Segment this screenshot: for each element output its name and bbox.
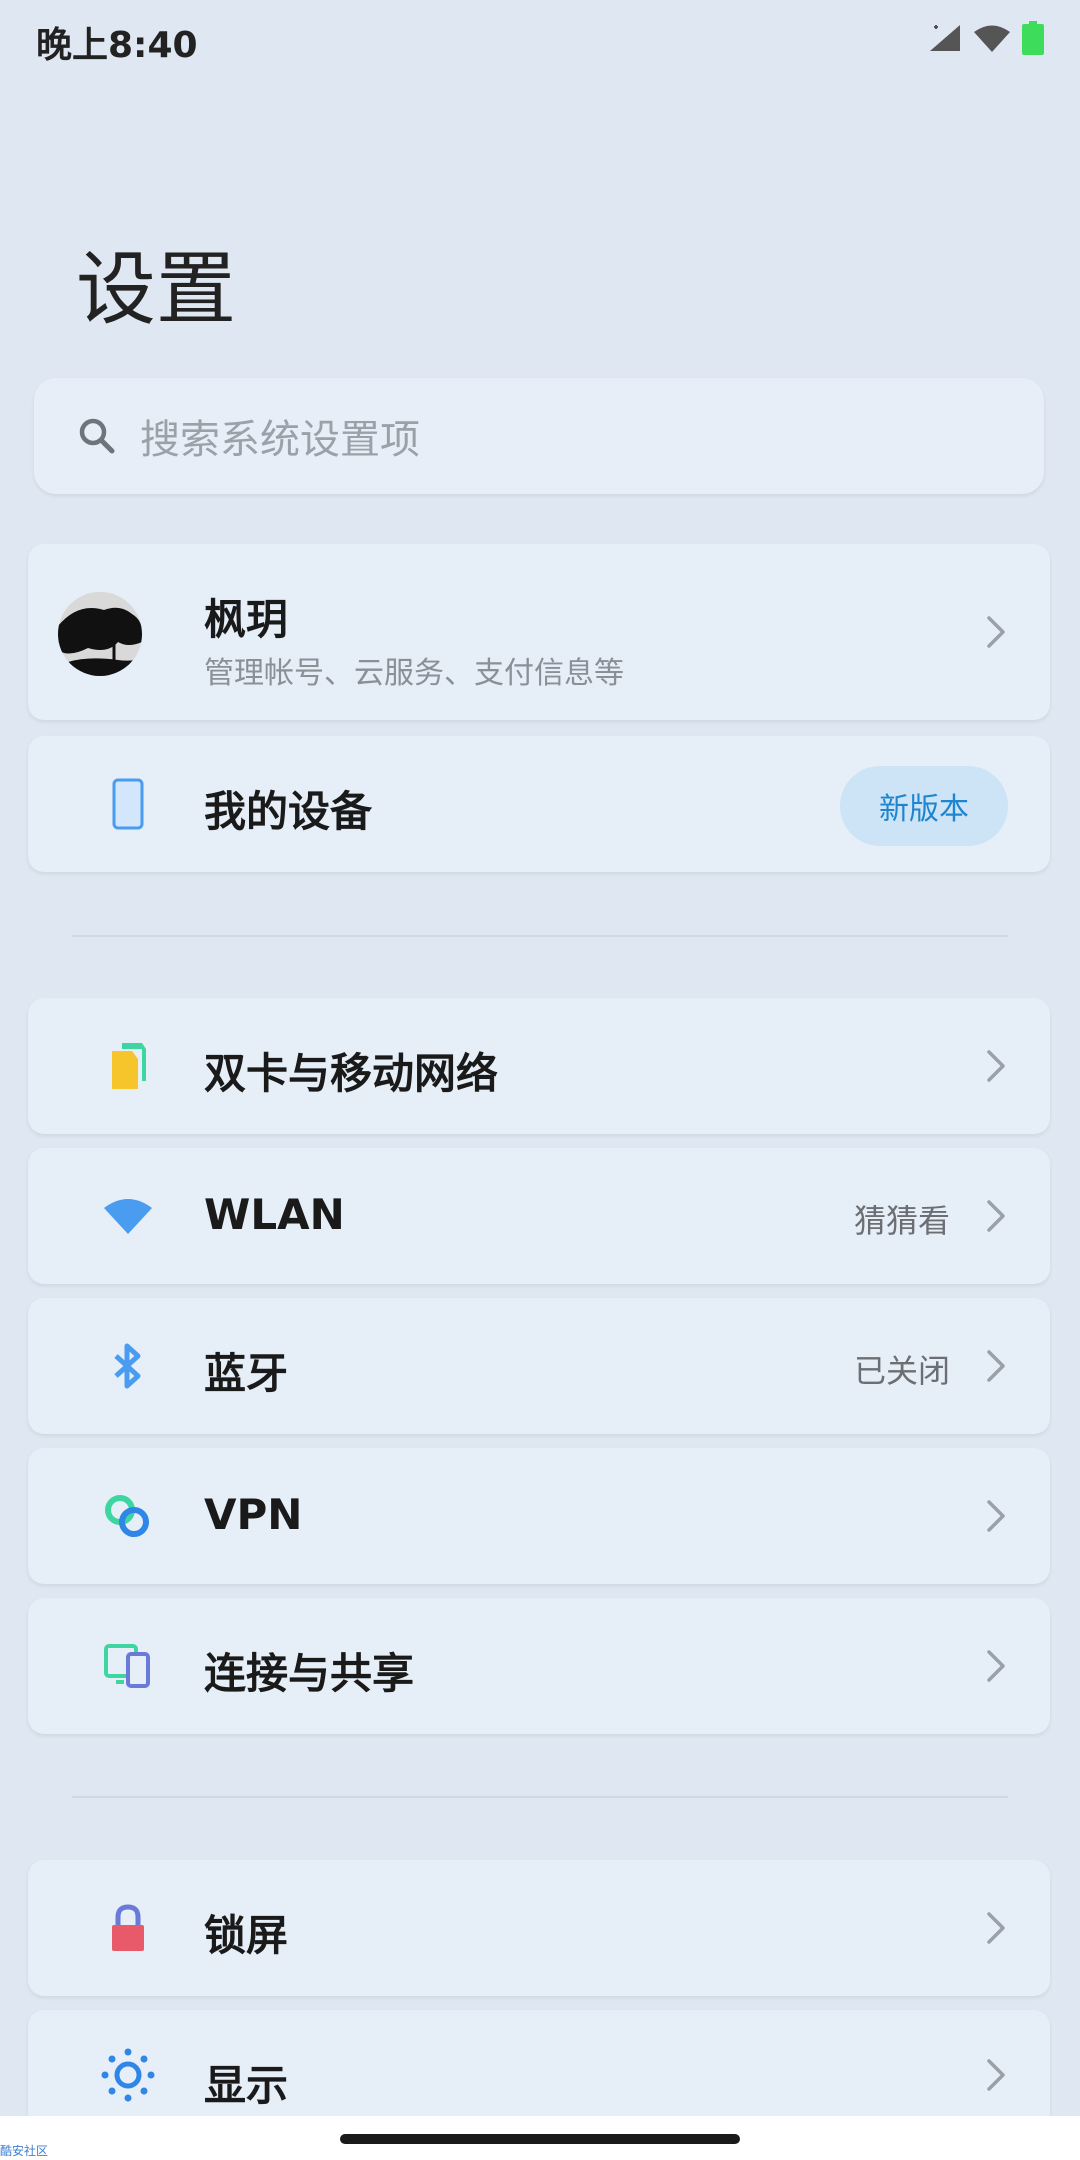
row-label: VPN [204, 1490, 303, 1539]
settings-row-bluetooth[interactable]: 蓝牙 已关闭 [28, 1298, 1050, 1434]
status-icons [928, 18, 1044, 58]
row-label: 连接与共享 [204, 1649, 415, 1698]
search-icon [79, 418, 115, 454]
sim-card-icon [78, 998, 178, 1134]
wifi-icon [974, 25, 1010, 52]
settings-row-lock-screen[interactable]: 锁屏 [28, 1860, 1050, 1996]
section-divider [72, 935, 1008, 937]
home-indicator[interactable] [340, 2134, 740, 2144]
connection-sharing-icon [78, 1598, 178, 1734]
account-name: 枫玥 [204, 595, 289, 644]
settings-row-dual-sim[interactable]: 双卡与移动网络 [28, 998, 1050, 1134]
chevron-right-icon [978, 1448, 1014, 1584]
page-title: 设置 [76, 243, 236, 336]
settings-row-wlan[interactable]: WLAN 猜猜看 [28, 1148, 1050, 1284]
settings-row-vpn[interactable]: VPN [28, 1448, 1050, 1584]
row-value: 猜猜看 [853, 1202, 950, 1240]
battery-icon [1022, 21, 1044, 55]
account-card[interactable]: 枫玥 管理帐号、云服务、支付信息等 [28, 544, 1050, 720]
phone-icon [78, 736, 178, 872]
row-label: 蓝牙 [204, 1349, 289, 1398]
search-bar[interactable]: 搜索系统设置项 [34, 378, 1044, 494]
account-subtitle: 管理帐号、云服务、支付信息等 [204, 656, 624, 691]
section-divider [72, 1796, 1008, 1798]
settings-screen: 晚上8:40 设置 搜索系统设置项 枫玥 管理帐号、云服务、支付信息等 我的设备… [0, 0, 1080, 2160]
device-label: 我的设备 [204, 787, 373, 836]
chevron-right-icon [978, 1298, 1014, 1434]
chevron-right-icon [978, 1860, 1014, 1996]
avatar [58, 592, 142, 676]
bluetooth-icon [78, 1298, 178, 1434]
row-label: 锁屏 [204, 1911, 289, 1960]
row-label: 显示 [204, 2061, 289, 2110]
chevron-right-icon [978, 1148, 1014, 1284]
lock-icon [78, 1860, 178, 1996]
my-device-card[interactable]: 我的设备 新版本 [28, 736, 1050, 872]
chevron-right-icon [978, 998, 1014, 1134]
row-label: WLAN [204, 1190, 345, 1239]
status-bar: 晚上8:40 [0, 0, 1080, 80]
settings-row-connection-sharing[interactable]: 连接与共享 [28, 1598, 1050, 1734]
vpn-icon [78, 1448, 178, 1584]
row-label: 双卡与移动网络 [204, 1049, 499, 1098]
row-value: 已关闭 [853, 1352, 950, 1390]
chevron-right-icon [978, 1598, 1014, 1734]
status-time: 晚上8:40 [36, 25, 198, 66]
chevron-right-icon [978, 544, 1014, 720]
new-version-badge[interactable]: 新版本 [840, 766, 1008, 846]
search-placeholder: 搜索系统设置项 [140, 417, 420, 463]
watermark: 酷安社区 [0, 2144, 49, 2158]
wifi-icon [78, 1148, 178, 1284]
signal-icon [930, 25, 960, 51]
